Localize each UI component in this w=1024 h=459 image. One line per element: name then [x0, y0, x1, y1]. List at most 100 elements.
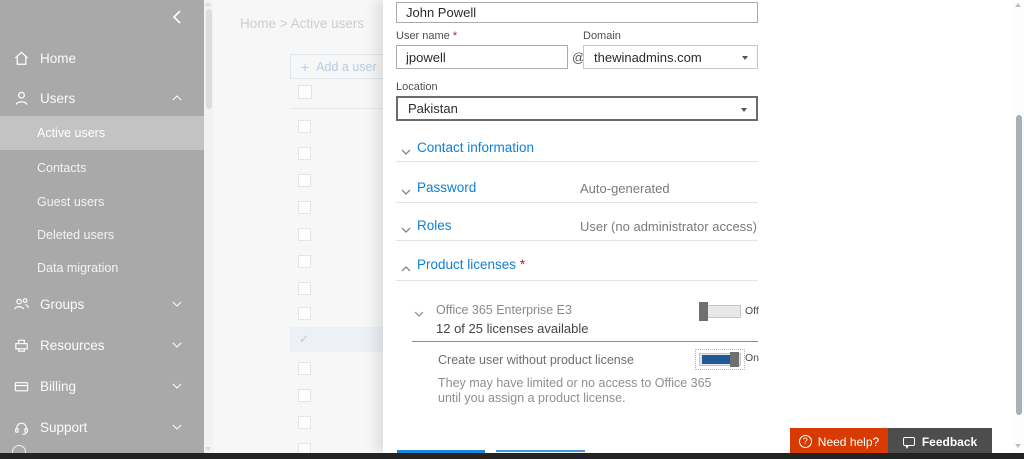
sidebar-subitem-label: Data migration: [37, 261, 119, 275]
bottom-bar: [0, 453, 1024, 459]
toggle-knob: [699, 302, 708, 321]
sidebar-item-label: Home: [40, 50, 77, 66]
panel-scrollbar[interactable]: [1013, 0, 1024, 453]
chevron-up-icon: [170, 91, 184, 105]
help-question-icon: ?: [798, 435, 812, 448]
resources-icon: [12, 336, 31, 355]
groups-icon: [12, 295, 31, 314]
section-value: Auto-generated: [580, 181, 670, 196]
create-without-license-label: Create user without product license: [438, 353, 634, 367]
divider: [396, 240, 758, 241]
row-checkbox[interactable]: [298, 389, 311, 402]
display-name-input[interactable]: [396, 2, 758, 23]
license-note-line1: They may have limited or no access to Of…: [438, 376, 712, 390]
select-all-checkbox[interactable]: [298, 85, 312, 99]
chevron-up-icon: [400, 261, 412, 272]
row-checkbox[interactable]: [298, 282, 311, 295]
toggle-on-label: On: [745, 352, 760, 364]
feedback-button[interactable]: Feedback: [888, 428, 992, 455]
row-checkbox[interactable]: [298, 307, 311, 320]
domain-label: Domain: [583, 30, 621, 42]
screen: Home Users Active users Contacts Guest u…: [0, 0, 1024, 459]
sidebar-item-contacts[interactable]: Contacts: [0, 154, 204, 182]
sidebar-item-guest-users[interactable]: Guest users: [0, 188, 204, 216]
license-toggle-off[interactable]: [699, 302, 741, 321]
row-checkbox[interactable]: [298, 362, 311, 375]
section-label: Password: [417, 180, 477, 195]
section-label: Product licenses *: [417, 257, 526, 272]
sidebar-item-support[interactable]: Support: [0, 413, 204, 441]
sidebar-item-label: Groups: [40, 296, 85, 312]
scroll-up-icon[interactable]: [205, 2, 211, 6]
sidebar-item-users[interactable]: Users: [0, 84, 204, 112]
toggle-knob: [730, 352, 739, 367]
sidebar-item-deleted-users[interactable]: Deleted users: [0, 221, 204, 249]
support-icon: [12, 418, 31, 437]
section-contact-information[interactable]: Contact information: [396, 140, 758, 158]
chevron-down-icon: [400, 144, 412, 155]
chevron-down-icon: [400, 222, 412, 233]
create-without-license-toggle-on[interactable]: [695, 349, 745, 370]
location-label: Location: [396, 81, 438, 93]
breadcrumb: Home > Active users: [240, 16, 365, 31]
page-scrollbar[interactable]: [204, 0, 213, 453]
sidebar-item-label: Support: [40, 419, 88, 435]
divider: [396, 280, 758, 281]
collapse-sidebar-icon[interactable]: [168, 7, 188, 27]
dark-divider: [412, 341, 758, 342]
section-password[interactable]: Password Auto-generated: [396, 180, 758, 198]
domain-dropdown[interactable]: thewinadmins.com: [583, 45, 758, 69]
sidebar-subitem-label: Active users: [37, 126, 106, 140]
need-help-button[interactable]: ? Need help?: [790, 428, 888, 455]
scroll-down-icon[interactable]: [1015, 444, 1021, 448]
sidebar-item-home[interactable]: Home: [0, 44, 204, 72]
row-checkbox[interactable]: [298, 228, 311, 241]
section-label: Contact information: [417, 140, 535, 155]
section-roles[interactable]: Roles User (no administrator access): [396, 218, 758, 236]
toggle-off-label: Off: [745, 305, 759, 317]
location-value: Pakistan: [408, 101, 458, 116]
section-value: User (no administrator access): [580, 219, 757, 234]
settings-icon: [12, 445, 26, 453]
chevron-down-icon[interactable]: [413, 306, 425, 317]
row-checkbox[interactable]: [298, 416, 311, 429]
divider: [396, 202, 758, 203]
panel-scrollbar-thumb[interactable]: [1015, 115, 1022, 415]
row-checkbox[interactable]: [298, 174, 311, 187]
add-a-user-label: Add a user: [316, 59, 377, 74]
row-checkbox[interactable]: [298, 201, 311, 214]
sidebar-item-label: Resources: [40, 337, 105, 353]
billing-icon: [12, 377, 31, 396]
domain-value: thewinadmins.com: [594, 49, 702, 65]
sidebar-item-groups[interactable]: Groups: [0, 290, 204, 318]
sidebar: Home Users Active users Contacts Guest u…: [0, 0, 204, 453]
sidebar-item-label: Billing: [40, 378, 77, 394]
sidebar-item-data-migration[interactable]: Data migration: [0, 254, 204, 282]
scroll-up-icon[interactable]: [1015, 3, 1021, 7]
row-checkbox[interactable]: [298, 255, 311, 268]
scroll-down-icon[interactable]: [205, 447, 211, 451]
row-checkbox[interactable]: [298, 147, 311, 160]
license-name: Office 365 Enterprise E3: [436, 303, 572, 317]
license-availability: 12 of 25 licenses available: [436, 321, 589, 336]
dropdown-caret-icon: [741, 107, 747, 112]
chevron-down-icon: [170, 379, 184, 393]
location-dropdown[interactable]: Pakistan: [396, 96, 758, 121]
toggle-fill: [702, 355, 730, 364]
page-scrollbar-thumb[interactable]: [205, 9, 212, 109]
sidebar-item-resources[interactable]: Resources: [0, 331, 204, 359]
sidebar-item-billing[interactable]: Billing: [0, 372, 204, 400]
need-help-label: Need help?: [817, 434, 880, 449]
user-icon: [12, 89, 31, 108]
chevron-down-icon: [170, 420, 184, 434]
username-label: User name *: [396, 30, 458, 42]
chevron-down-icon: [170, 297, 184, 311]
row-checkbox[interactable]: [298, 120, 311, 133]
section-product-licenses[interactable]: Product licenses *: [396, 257, 758, 275]
feedback-label: Feedback: [921, 434, 978, 449]
username-input[interactable]: [396, 45, 568, 69]
home-icon: [12, 49, 31, 68]
sidebar-item-active-users[interactable]: Active users: [0, 116, 204, 150]
checkmark-icon: ✓: [299, 332, 310, 346]
license-note-line2: until you assign a product license.: [438, 391, 626, 405]
